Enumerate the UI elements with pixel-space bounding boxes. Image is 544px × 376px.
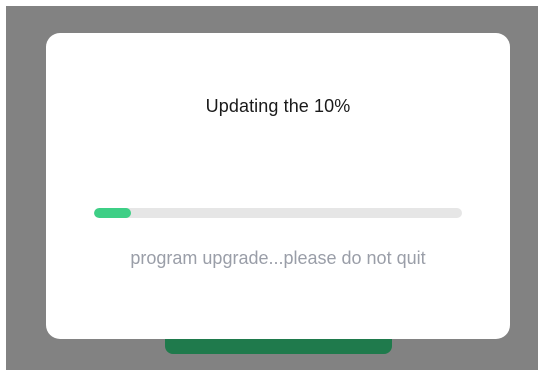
dialog-title: Updating the 10% — [205, 96, 351, 116]
progress-bar — [94, 208, 462, 218]
dialog-message: program upgrade...please do not quit — [130, 248, 426, 268]
update-dialog: Updating the 10% program upgrade...pleas… — [46, 33, 510, 339]
modal-overlay: Updating the 10% program upgrade...pleas… — [6, 6, 538, 370]
progress-bar-fill — [94, 208, 131, 218]
